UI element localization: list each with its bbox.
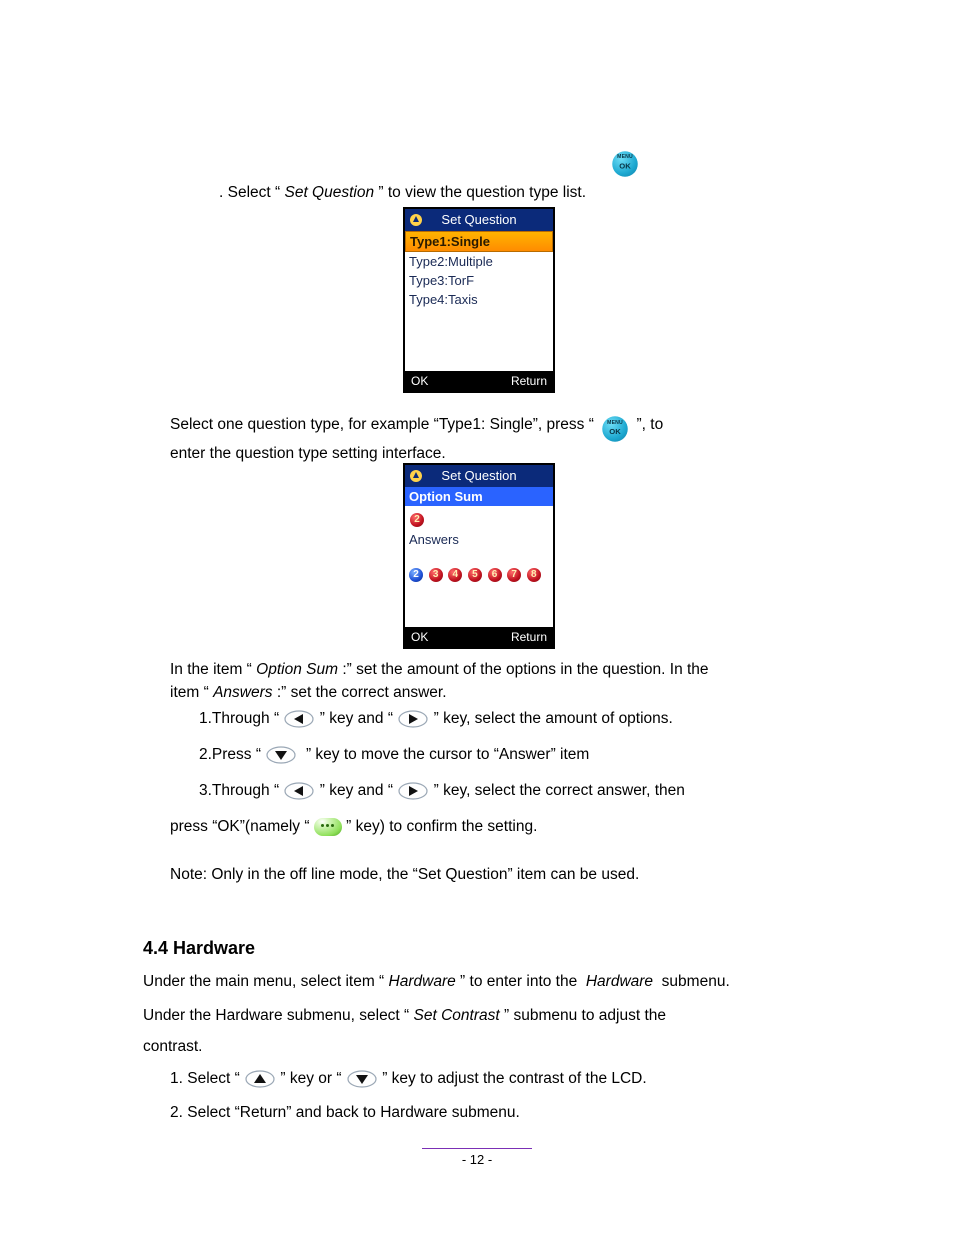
italic-hardware: Hardware <box>586 973 653 990</box>
app-icon <box>409 212 423 226</box>
text: 1. Select “ <box>170 1070 240 1087</box>
answer-option-badge[interactable]: 6 <box>488 568 502 582</box>
answer-option-badge[interactable]: 8 <box>527 568 541 582</box>
text: ” key, select the correct answer, then <box>434 782 685 799</box>
answer-option-badge[interactable]: 4 <box>448 568 462 582</box>
section-heading-hardware: 4.4 Hardware <box>143 938 255 958</box>
text: contrast. <box>143 1038 202 1055</box>
text: Under the Hardware submenu, select “ <box>143 1007 409 1024</box>
text: submenu. <box>657 973 729 990</box>
italic-hardware: Hardware <box>389 973 456 990</box>
device-title: Set Question <box>441 468 516 483</box>
device-screen-option-sum: Set Question Option Sum 2 Answers 2 3 4 … <box>403 463 555 649</box>
text: . Select “ <box>219 184 280 201</box>
down-arrow-key-icon <box>265 745 297 765</box>
softkey-ok[interactable]: OK <box>411 371 428 391</box>
text: ” to enter into the <box>460 973 582 990</box>
text: ”, to <box>637 416 664 433</box>
text: 1.Through “ <box>199 710 279 727</box>
italic-set-contrast: Set Contrast <box>414 1007 500 1024</box>
note-text: Note: Only in the off line mode, the “Se… <box>170 866 639 883</box>
text: ” key or “ <box>280 1070 341 1087</box>
text: ” submenu to adjust the <box>504 1007 666 1024</box>
option-sum-header: Option Sum <box>405 487 553 506</box>
text: 2.Press “ <box>199 746 261 763</box>
type-row[interactable]: Type2:Multiple <box>405 252 553 271</box>
text: ” key) to confirm the setting. <box>346 818 537 835</box>
answer-option-badge[interactable]: 2 <box>409 568 423 582</box>
italic-set-question: Set Question <box>284 184 374 201</box>
text: ” key and “ <box>320 710 393 727</box>
text: Under the main menu, select item “ <box>143 973 384 990</box>
left-arrow-key-icon <box>283 781 315 801</box>
type-row[interactable]: Type3:TorF <box>405 271 553 290</box>
text: In the item “ <box>170 661 252 678</box>
device-title: Set Question <box>441 212 516 227</box>
text: :” set the correct answer. <box>277 684 447 701</box>
text: :” set the amount of the options in the … <box>342 661 708 678</box>
answer-option-badge[interactable]: 3 <box>429 568 443 582</box>
option-sum-value-badge[interactable]: 2 <box>410 513 424 527</box>
ok-green-key-icon <box>314 818 342 836</box>
text: ” key, select the amount of options. <box>434 710 673 727</box>
answers-label: Answers <box>405 530 553 549</box>
text: ” key to move the cursor to “Answer” ite… <box>302 746 590 763</box>
type-row-selected[interactable]: Type1:Single <box>405 231 553 252</box>
softkey-return[interactable]: Return <box>511 627 547 647</box>
text: 3.Through “ <box>199 782 279 799</box>
answer-option-badge[interactable]: 7 <box>507 568 521 582</box>
device-screen-set-question-types: Set Question Type1:Single Type2:Multiple… <box>403 207 555 393</box>
softkey-return[interactable]: Return <box>511 371 547 391</box>
menu-ok-button-icon: MENUOK <box>602 416 628 442</box>
text: Select one question type, for example “T… <box>170 416 594 433</box>
text: 2. Select “Return” and back to Hardware … <box>170 1104 520 1121</box>
text: ” to view the question type list. <box>378 184 586 201</box>
type-row[interactable]: Type4:Taxis <box>405 290 553 309</box>
right-arrow-key-icon <box>397 709 429 729</box>
menu-ok-button-icon: MENUOK <box>612 151 638 177</box>
italic-option-sum: Option Sum <box>256 661 338 678</box>
softkey-ok[interactable]: OK <box>411 627 428 647</box>
right-arrow-key-icon <box>397 781 429 801</box>
text: ” key and “ <box>320 782 393 799</box>
text: enter the question type setting interfac… <box>170 445 446 462</box>
left-arrow-key-icon <box>283 709 315 729</box>
down-arrow-key-icon <box>346 1069 378 1089</box>
up-arrow-key-icon <box>244 1069 276 1089</box>
page-number: - 12 - <box>462 1152 492 1167</box>
text: ” key to adjust the contrast of the LCD. <box>382 1070 647 1087</box>
answer-option-badge[interactable]: 5 <box>468 568 482 582</box>
text: press “OK”(namely “ <box>170 818 310 835</box>
app-icon <box>409 468 423 482</box>
text: item “ <box>170 684 209 701</box>
italic-answers: Answers <box>213 684 272 701</box>
